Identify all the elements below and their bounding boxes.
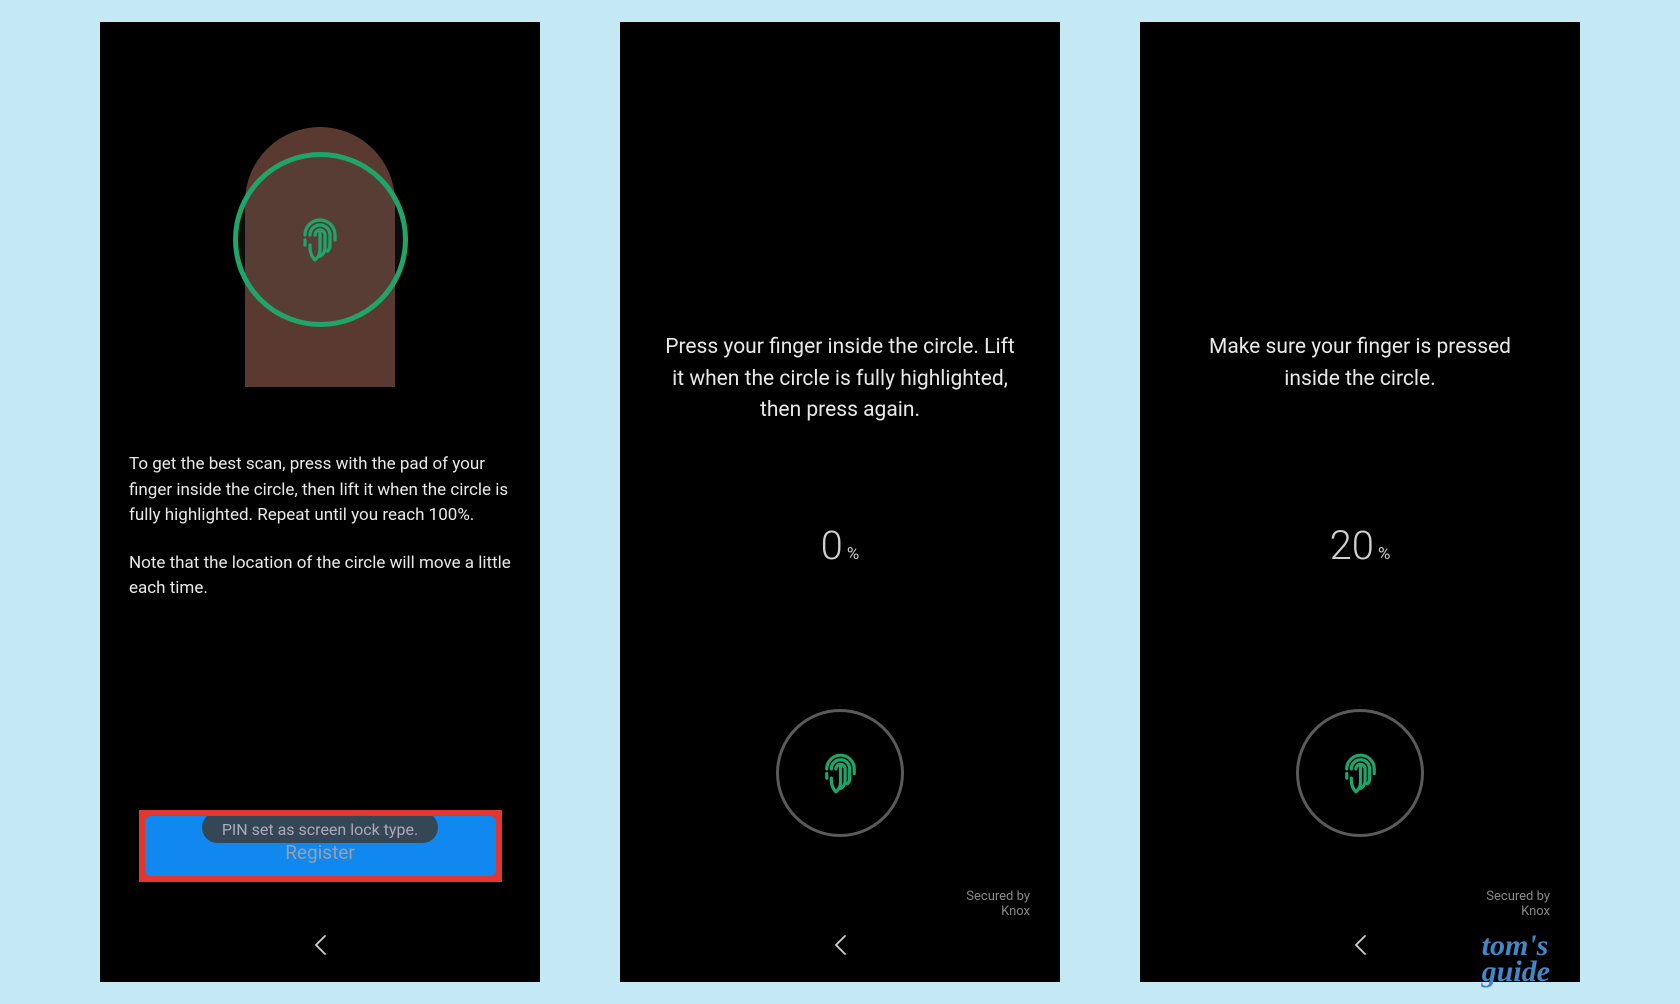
fingerprint-icon	[813, 746, 868, 801]
instruction-paragraph-1: To get the best scan, press with the pad…	[129, 452, 511, 529]
fingerprint-icon	[1333, 746, 1388, 801]
progress-unit: %	[847, 544, 859, 564]
scan-progress: 0 %	[620, 522, 1060, 569]
bottom-button-area: PIN set as screen lock type. Register	[100, 810, 540, 882]
register-button[interactable]: PIN set as screen lock type. Register	[145, 816, 496, 876]
secured-by-knox: Secured by Knox	[966, 889, 1030, 920]
progress-unit: %	[1378, 544, 1390, 564]
phone-screen-3: Make sure your finger is pressed inside …	[1140, 22, 1580, 982]
secured-line2: Knox	[1486, 904, 1550, 920]
back-button[interactable]	[1353, 934, 1367, 962]
chevron-left-icon	[1353, 934, 1367, 956]
finger-illustration	[100, 22, 540, 402]
fingerprint-target-circle[interactable]	[776, 709, 904, 837]
instruction-paragraph-2: Note that the location of the circle wil…	[129, 551, 511, 602]
toast-text: PIN set as screen lock type.	[222, 820, 418, 839]
fingerprint-icon	[290, 210, 350, 270]
scan-progress: 20 %	[1140, 522, 1580, 569]
instruction-text: To get the best scan, press with the pad…	[100, 402, 540, 624]
tomsguide-watermark: tom's guide	[1482, 933, 1550, 984]
progress-value: 0	[821, 522, 843, 569]
scan-instruction-message: Make sure your finger is pressed inside …	[1140, 332, 1580, 395]
register-button-label: Register	[155, 841, 486, 864]
secured-line2: Knox	[966, 904, 1030, 920]
fingerprint-scan-circle	[233, 152, 408, 327]
back-button[interactable]	[833, 934, 847, 962]
annotation-highlight-box: PIN set as screen lock type. Register	[139, 810, 502, 882]
progress-value: 20	[1330, 522, 1374, 569]
watermark-line2: guide	[1482, 959, 1550, 985]
phone-screen-2: Press your finger inside the circle. Lif…	[620, 22, 1060, 982]
chevron-left-icon	[313, 934, 327, 956]
secured-by-knox: Secured by Knox	[1486, 889, 1550, 920]
secured-line1: Secured by	[966, 889, 1030, 905]
back-button[interactable]	[313, 934, 327, 962]
pin-set-toast: PIN set as screen lock type.	[202, 816, 438, 843]
scan-instruction-message: Press your finger inside the circle. Lif…	[620, 332, 1060, 427]
phone-screen-1: To get the best scan, press with the pad…	[100, 22, 540, 982]
secured-line1: Secured by	[1486, 889, 1550, 905]
chevron-left-icon	[833, 934, 847, 956]
fingerprint-target-circle[interactable]	[1296, 709, 1424, 837]
